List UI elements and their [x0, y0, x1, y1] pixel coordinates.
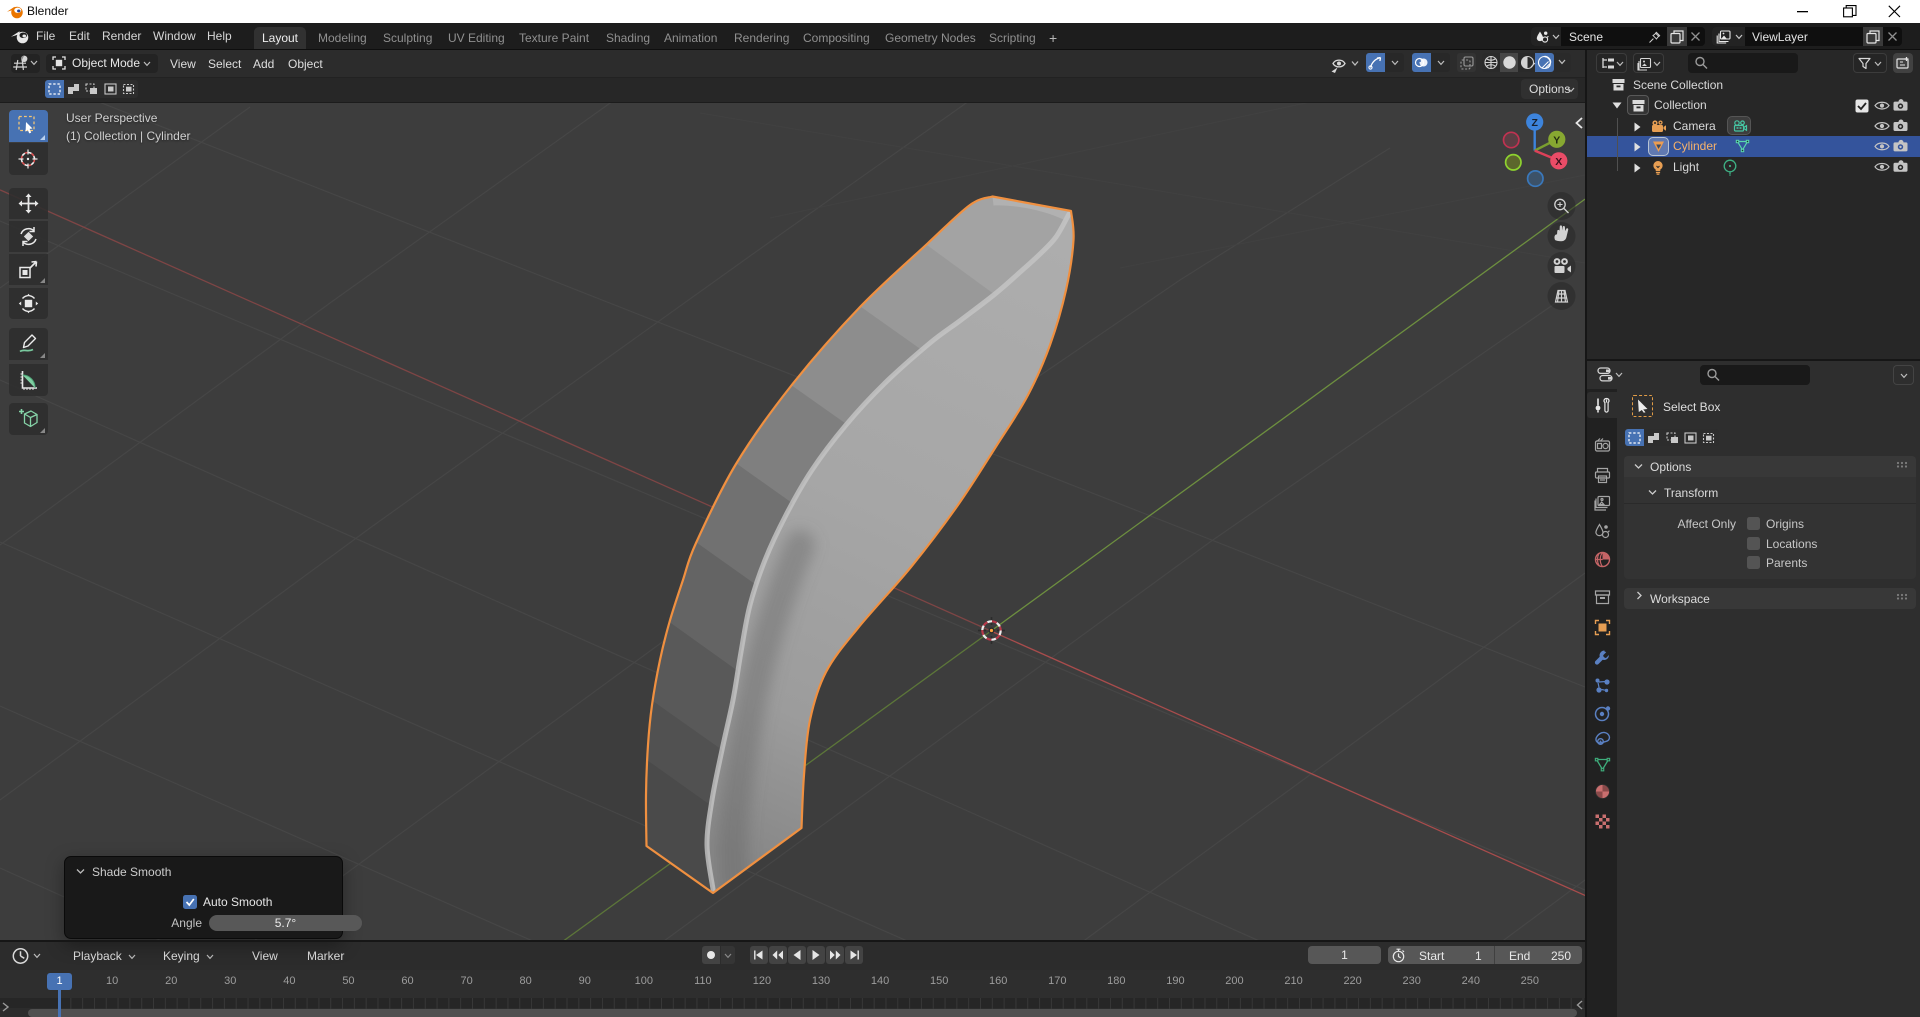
svg-text:X: X: [1555, 156, 1562, 168]
svg-text:Z: Z: [1531, 117, 1538, 129]
svg-text:Y: Y: [1553, 134, 1560, 146]
